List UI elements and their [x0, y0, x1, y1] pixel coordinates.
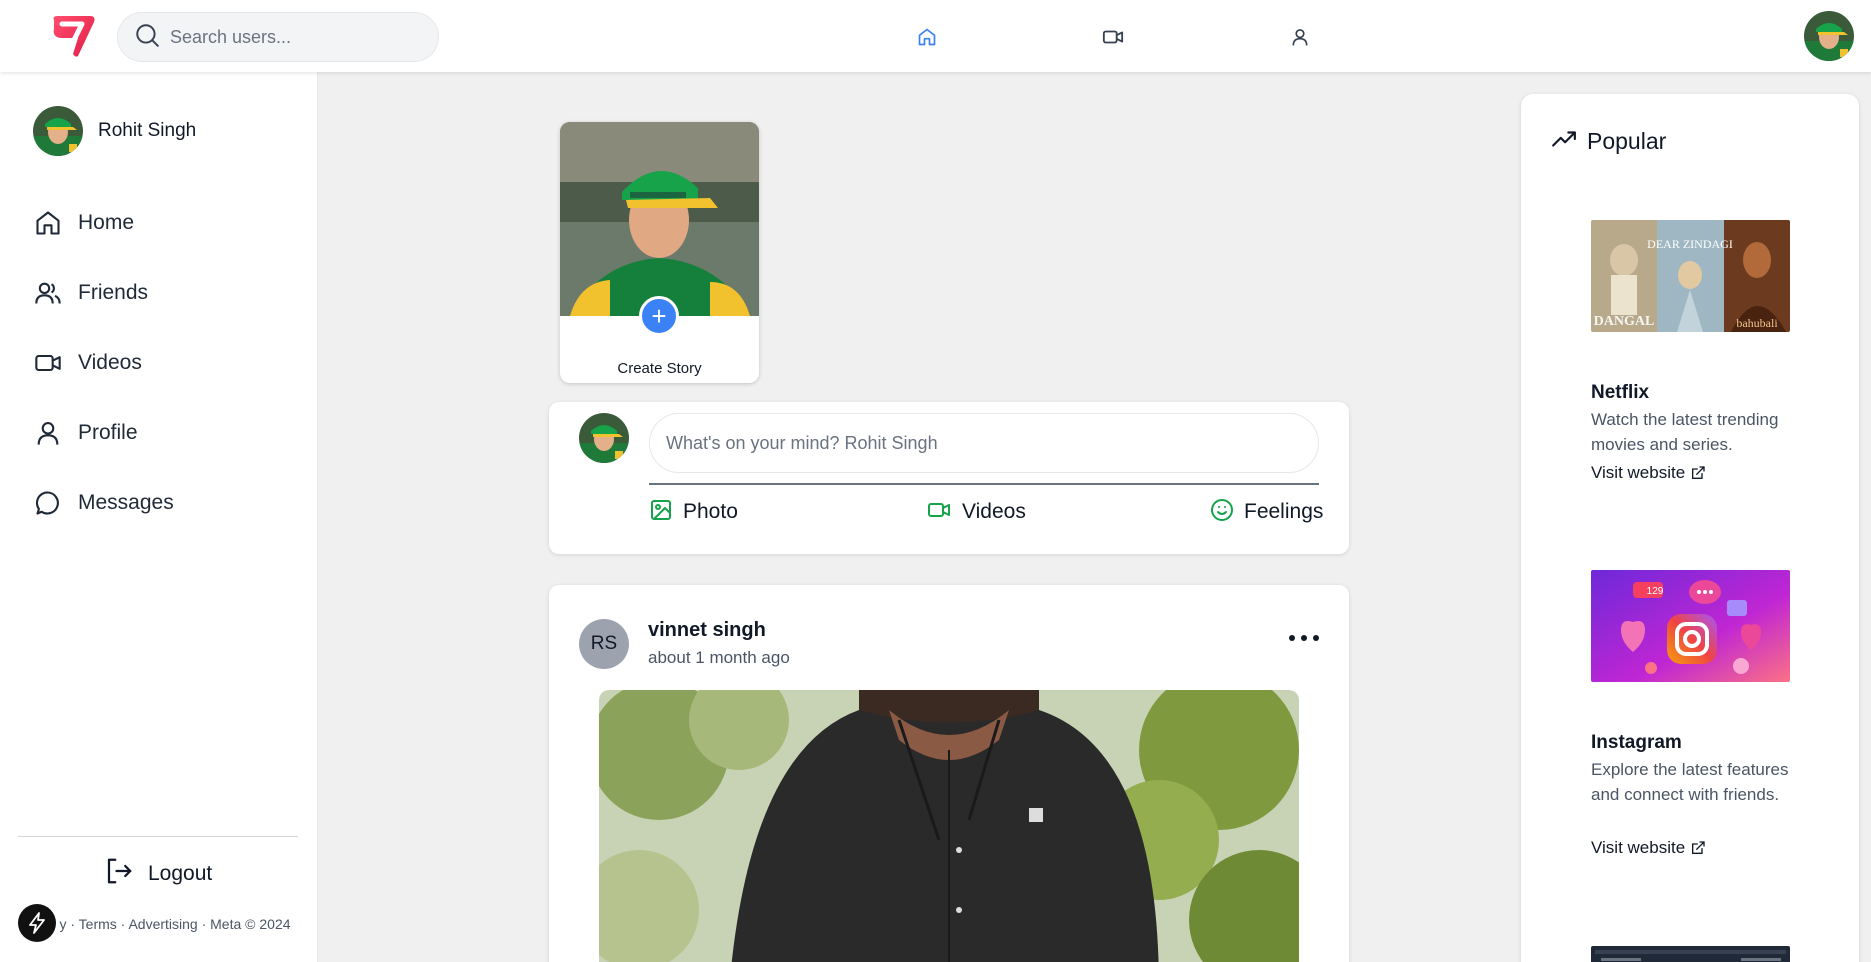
composer-divider	[649, 483, 1319, 485]
more-options-icon[interactable]	[1289, 628, 1319, 648]
smile-icon	[1210, 498, 1234, 527]
instagram-description: Explore the latest features and connect …	[1591, 760, 1789, 804]
netflix-poster-text-0: DANGAL	[1594, 314, 1655, 329]
search-icon	[134, 22, 160, 53]
instagram-link-label: Visit website	[1591, 838, 1686, 857]
search-box[interactable]	[117, 12, 439, 62]
message-icon	[33, 488, 63, 518]
logout-label: Logout	[148, 861, 213, 885]
netflix-visit-link[interactable]: Visit website	[1591, 463, 1706, 483]
instagram-notification-count: 129	[1647, 586, 1664, 597]
feelings-label: Feelings	[1244, 500, 1324, 523]
netflix-image[interactable]: DANGAL DEAR ZINDAGI bahubali	[1591, 220, 1790, 332]
avatar	[33, 106, 83, 156]
instagram-visit-link[interactable]: Visit website	[1591, 838, 1706, 858]
story-image	[560, 122, 759, 316]
sidebar-profile[interactable]: Rohit Singh	[33, 106, 196, 156]
video-icon	[926, 498, 952, 527]
post-composer: Photo Videos Feelings	[549, 402, 1349, 554]
netflix-title: Netflix	[1591, 382, 1650, 403]
avatar	[579, 413, 629, 463]
popular-title: Popular	[1587, 128, 1667, 154]
third-card-image[interactable]	[1591, 946, 1790, 962]
netflix-link-label: Visit website	[1591, 463, 1686, 482]
sidebar-item-label: Friends	[78, 281, 149, 304]
create-story-label: Create Story	[617, 360, 702, 377]
post-author-avatar[interactable]: RS	[579, 619, 629, 669]
users-icon	[33, 278, 63, 308]
add-story-button[interactable]: +	[639, 296, 679, 336]
logout-icon	[104, 856, 134, 891]
sidebar-divider	[18, 836, 298, 837]
search-input[interactable]	[170, 26, 420, 48]
popular-header: Popular	[1551, 126, 1666, 157]
videos-label: Videos	[962, 500, 1026, 523]
nav-profile-icon[interactable]	[1287, 24, 1313, 50]
feed-post: RS vinnet singh about 1 month ago	[549, 585, 1349, 962]
sidebar-user-name: Rohit Singh	[98, 120, 197, 141]
image-icon	[649, 498, 673, 527]
post-timestamp: about 1 month ago	[648, 648, 790, 667]
external-link-icon	[1692, 466, 1705, 479]
videos-button[interactable]: Videos	[926, 498, 1026, 526]
nav-video-icon[interactable]	[1100, 24, 1126, 50]
netflix-poster-text-2: bahubali	[1736, 316, 1778, 330]
video-icon	[33, 348, 63, 378]
logout-button[interactable]: Logout	[104, 856, 212, 891]
sidebar-item-label: Videos	[78, 351, 142, 374]
photo-button[interactable]: Photo	[649, 498, 738, 526]
top-header	[0, 0, 1871, 72]
netflix-description: Watch the latest trending movies and ser…	[1591, 410, 1779, 454]
external-link-icon	[1692, 841, 1705, 854]
photo-label: Photo	[683, 500, 738, 523]
post-input[interactable]	[649, 413, 1319, 473]
post-image[interactable]	[599, 690, 1299, 962]
sidebar-item-videos[interactable]: Videos	[33, 346, 142, 380]
sidebar-item-label: Profile	[78, 421, 138, 444]
sidebar-item-profile[interactable]: Profile	[33, 416, 138, 450]
create-story-card[interactable]: + Create Story	[560, 122, 759, 383]
instagram-title: Instagram	[1591, 732, 1682, 753]
bolt-icon[interactable]	[18, 904, 56, 942]
header-avatar[interactable]	[1804, 11, 1854, 61]
left-sidebar: Rohit Singh Home Friends Videos Profile …	[0, 72, 318, 962]
sidebar-item-home[interactable]: Home	[33, 206, 134, 240]
sidebar-item-messages[interactable]: Messages	[33, 486, 174, 520]
instagram-image[interactable]: 129	[1591, 570, 1790, 682]
popular-panel: Popular DANGAL DEAR ZINDAGI bahubali Net…	[1521, 94, 1859, 962]
home-icon	[33, 208, 63, 238]
sidebar-item-label: Home	[78, 211, 135, 234]
footer-links[interactable]: y · Terms · Advertising · Meta © 2024	[40, 914, 310, 934]
nav-home-icon[interactable]	[914, 24, 940, 50]
app-logo[interactable]	[48, 14, 98, 58]
post-author-name[interactable]: vinnet singh	[648, 619, 766, 642]
sidebar-item-label: Messages	[78, 491, 174, 514]
trending-icon	[1551, 126, 1577, 157]
feelings-button[interactable]: Feelings	[1210, 498, 1323, 526]
sidebar-item-friends[interactable]: Friends	[33, 276, 148, 310]
user-icon	[33, 418, 63, 448]
netflix-poster-text-1: DEAR ZINDAGI	[1647, 237, 1733, 251]
